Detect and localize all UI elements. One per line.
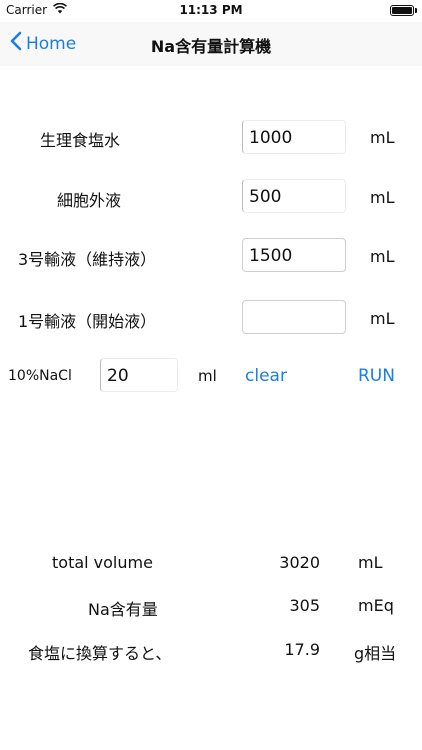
total-volume-unit: mL (358, 553, 383, 572)
total-volume-value: 3020 (279, 553, 320, 572)
nacl-unit: ml (198, 367, 217, 385)
nacl-label: 10%NaCl (8, 368, 72, 384)
no3-input[interactable]: 1500 (242, 238, 346, 272)
salt-equiv-label: 食塩に換算すると、 (28, 644, 172, 663)
clear-button[interactable]: clear (245, 366, 287, 386)
ecf-unit: mL (370, 188, 395, 207)
no1-unit: mL (370, 309, 395, 328)
no3-label: 3号輸液（維持液） (18, 250, 157, 269)
salt-equiv-value: 17.9 (284, 640, 320, 659)
no1-input[interactable] (242, 300, 346, 334)
saline-unit: mL (370, 128, 395, 147)
ecf-input[interactable]: 500 (242, 179, 346, 213)
nacl-input[interactable]: 20 (100, 358, 178, 392)
na-content-label: Na含有量 (88, 600, 158, 619)
saline-input[interactable]: 1000 (242, 120, 346, 154)
battery-icon (390, 5, 417, 16)
run-button[interactable]: RUN (358, 366, 395, 386)
na-content-unit: mEq (358, 596, 394, 615)
navigation-bar: Home Na含有量計算機 (0, 22, 422, 66)
salt-equiv-unit: g相当 (354, 644, 397, 663)
page-title: Na含有量計算機 (150, 37, 272, 56)
total-volume-label: total volume (52, 553, 153, 572)
na-content-value: 305 (289, 596, 320, 615)
no1-label: 1号輸液（開始液） (18, 312, 157, 331)
status-bar: Carrier 11:13 PM (0, 0, 422, 22)
saline-label: 生理食塩水 (40, 131, 121, 150)
status-time: 11:13 PM (179, 3, 243, 17)
no3-unit: mL (370, 247, 395, 266)
ecf-label: 細胞外液 (57, 191, 122, 210)
